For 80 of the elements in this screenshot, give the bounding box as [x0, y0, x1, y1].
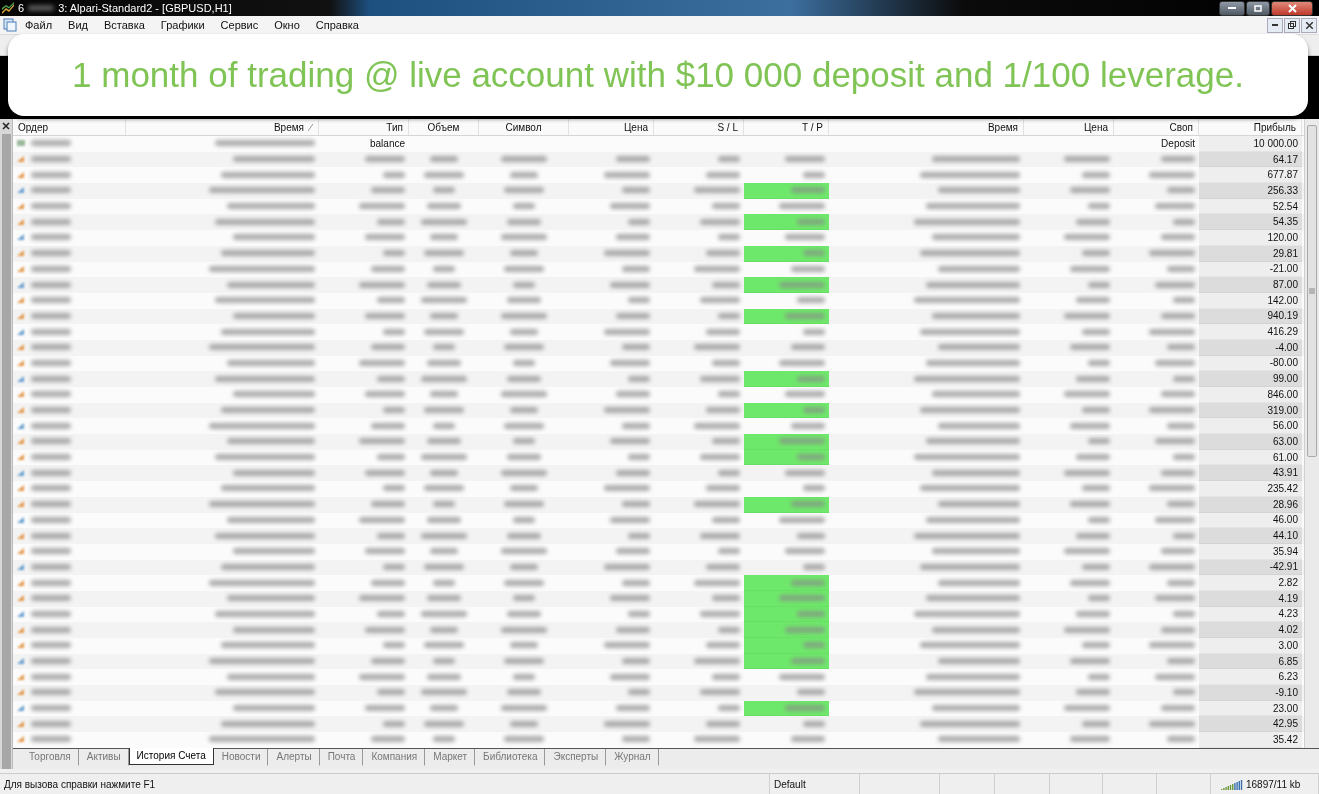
column-header[interactable]: S / L: [654, 119, 744, 135]
column-header[interactable]: T / P: [744, 119, 829, 135]
column-header[interactable]: Цена: [569, 119, 654, 135]
status-hint: Для вызова справки нажмите F1: [4, 778, 156, 790]
caption-text: 1 month of trading @ live account with $10 000 deposit and 1/100 leverage.: [72, 55, 1244, 95]
tab[interactable]: Почта: [319, 749, 364, 766]
restore-button[interactable]: [1284, 17, 1300, 33]
document-icon[interactable]: [3, 18, 17, 32]
menu-item[interactable]: Окно: [266, 19, 308, 31]
profit-cell: 63.00: [1199, 434, 1302, 450]
tab[interactable]: Журнал: [606, 749, 659, 766]
profit-cell: 235.42: [1199, 481, 1302, 497]
menu-item[interactable]: Вставка: [95, 19, 153, 31]
minimize-icon: [1272, 24, 1278, 26]
table-cell: Deposit: [1161, 137, 1195, 149]
maximize-icon: [1254, 4, 1262, 12]
tab[interactable]: Маркет: [425, 749, 476, 766]
profit-cell: 54.35: [1199, 214, 1302, 231]
table-cell: balance: [369, 137, 405, 149]
menu-item[interactable]: Сервис: [212, 19, 267, 31]
window-title: 3: Alpari-Standard2 - [GBPUSD,H1]: [58, 2, 232, 14]
tab[interactable]: Новости: [213, 749, 269, 766]
profit-cell: 35.42: [1199, 732, 1302, 748]
close-button[interactable]: [1271, 0, 1313, 16]
window-title: 6: [18, 2, 25, 14]
profit-cell: 6.23: [1199, 669, 1302, 686]
traffic-text: 16897/11 kb: [1246, 778, 1301, 790]
tab[interactable]: Библиотека: [475, 749, 546, 766]
profit-cell: 3.00: [1199, 638, 1302, 654]
profit-cell: 42.95: [1199, 716, 1302, 733]
connection-bars-icon: [1221, 778, 1243, 790]
close-icon: [1305, 21, 1313, 29]
tab[interactable]: История Счета: [128, 748, 214, 765]
profit-cell: 99.00: [1199, 371, 1302, 387]
tab[interactable]: Торговля: [21, 749, 79, 766]
column-header[interactable]: Прибыль: [1199, 119, 1302, 135]
close-icon[interactable]: [2, 122, 10, 130]
column-header[interactable]: Время: [126, 119, 319, 135]
profit-cell: 256.33: [1199, 183, 1302, 199]
menu-item[interactable]: Файл: [17, 19, 61, 31]
menu-item[interactable]: Вид: [60, 19, 96, 31]
tab[interactable]: Компания: [363, 749, 426, 766]
profit-cell: 677.87: [1199, 167, 1302, 184]
column-header[interactable]: Символ: [479, 119, 569, 135]
grip-icon: [1309, 288, 1315, 294]
profit-cell: 87.00: [1199, 277, 1302, 293]
column-header[interactable]: Цена: [1024, 119, 1114, 135]
profit-cell: 2.82: [1199, 575, 1302, 591]
column-header[interactable]: Объем: [409, 119, 479, 135]
close-button[interactable]: [1301, 17, 1317, 33]
profit-cell: -9.10: [1199, 685, 1302, 701]
menu-item[interactable]: Графики: [152, 19, 213, 31]
tab[interactable]: Активы: [78, 749, 129, 766]
profit-cell: 846.00: [1199, 387, 1302, 403]
column-header[interactable]: Время: [829, 119, 1024, 135]
profit-cell: 416.29: [1199, 324, 1302, 340]
close-icon: [1287, 3, 1297, 13]
restore-icon: [1288, 21, 1296, 29]
scrollbar[interactable]: [1304, 119, 1319, 748]
balance-icon: [17, 139, 25, 148]
profit-cell: 4.02: [1199, 622, 1302, 638]
maximize-button[interactable]: [1246, 0, 1270, 16]
panel-handle[interactable]: [1, 134, 11, 769]
minimize-icon: [1228, 6, 1236, 10]
column-header[interactable]: Ордер: [13, 119, 126, 135]
profit-cell: 56.00: [1199, 418, 1302, 435]
column-header[interactable]: Тип: [319, 119, 409, 135]
tab[interactable]: Алерты: [268, 749, 320, 766]
app-logo-icon: [2, 2, 14, 14]
profile-name: Default: [774, 778, 806, 790]
column-header[interactable]: Своп: [1114, 119, 1199, 135]
profit-cell: 10 000.00: [1199, 136, 1302, 152]
profit-cell: 120.00: [1199, 230, 1302, 246]
profit-cell: 44.10: [1199, 528, 1302, 544]
menu-item[interactable]: Справка: [307, 19, 367, 31]
minimize-button[interactable]: [1219, 0, 1245, 16]
scroll-thumb[interactable]: [1307, 125, 1317, 457]
minimize-button[interactable]: [1267, 17, 1283, 33]
tab[interactable]: Эксперты: [545, 749, 607, 766]
profit-cell: 43.91: [1199, 465, 1302, 482]
